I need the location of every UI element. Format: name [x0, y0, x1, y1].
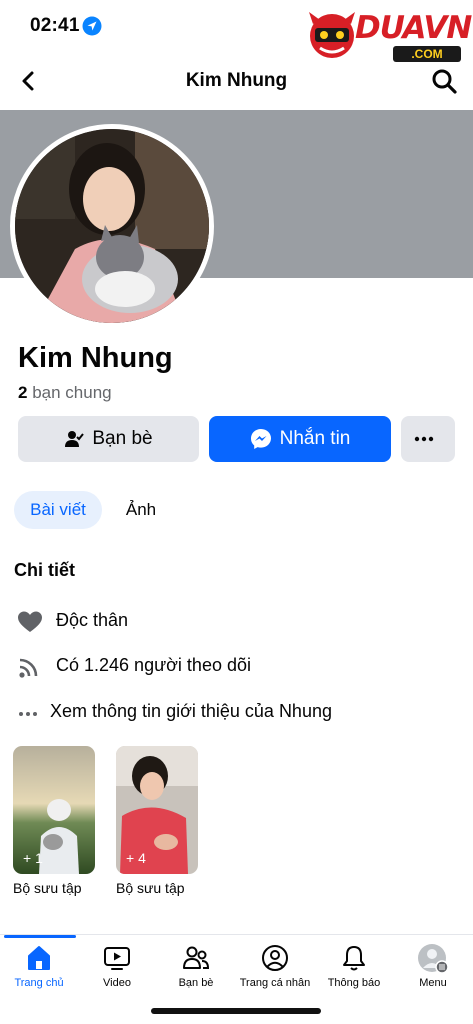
home-indicator[interactable]	[151, 1008, 321, 1014]
heart-icon	[18, 611, 42, 632]
home-icon	[28, 946, 50, 970]
friends-button-label: Bạn bè	[92, 428, 153, 449]
nav-video[interactable]: Video	[72, 943, 162, 989]
nav-friends-label: Bạn bè	[178, 977, 214, 989]
detail-about-link[interactable]: Xem thông tin giới thiệu của Nhung	[0, 698, 473, 728]
friend-check-icon	[65, 431, 85, 447]
messenger-icon	[250, 429, 271, 449]
nav-profile-label: Trang cá nhân	[239, 977, 311, 989]
bell-icon	[343, 946, 365, 971]
more-dots-icon	[414, 436, 434, 442]
detail-followers-text: Có 1.246 người theo dõi	[56, 655, 251, 675]
collection-label: Bộ sưu tập	[13, 880, 82, 896]
detail-followers[interactable]: Có 1.246 người theo dõi	[0, 652, 473, 682]
nav-notifications[interactable]: Thông báo	[309, 943, 399, 989]
collection-item[interactable]: + 4 Bộ sưu tập	[116, 746, 198, 896]
profile-icon	[262, 945, 288, 971]
detail-relationship-text: Độc thân	[56, 610, 129, 630]
location-arrow-icon	[82, 16, 102, 36]
menu-avatar-icon	[418, 944, 449, 973]
profile-name: Kim Nhung	[18, 342, 173, 374]
mutual-friends[interactable]: 2 bạn chung	[18, 383, 112, 403]
tab-posts[interactable]: Bài viết	[14, 491, 102, 529]
nav-menu-label: Menu	[419, 977, 447, 989]
search-icon[interactable]	[429, 66, 459, 96]
more-dots-icon	[19, 712, 37, 716]
mutual-count: 2	[18, 383, 28, 402]
status-bar: 02:41 DUAVN .COM	[0, 0, 473, 62]
avatar-photo	[15, 129, 209, 323]
nav-menu[interactable]: Menu	[388, 943, 473, 989]
friends-button[interactable]: Bạn bè	[18, 416, 199, 462]
watermark-brand: DUAVN	[355, 10, 472, 46]
mutual-label: bạn chung	[32, 383, 112, 402]
nav-notifications-label: Thông báo	[327, 977, 381, 989]
mascot-icon	[309, 12, 355, 58]
active-tab-indicator	[4, 935, 76, 938]
nav-profile[interactable]: Trang cá nhân	[230, 943, 320, 989]
collection-count: + 4	[126, 850, 146, 866]
friends-icon	[183, 946, 210, 969]
details-heading: Chi tiết	[14, 560, 75, 580]
collection-thumbnail[interactable]: + 1	[13, 746, 95, 874]
video-icon	[104, 947, 130, 970]
collection-thumbnail[interactable]: + 4	[116, 746, 198, 874]
more-options-button[interactable]	[401, 416, 455, 462]
message-button-label: Nhắn tin	[279, 428, 351, 449]
top-navigation: Kim Nhung	[0, 58, 473, 104]
page-title: Kim Nhung	[185, 70, 288, 91]
collection-item[interactable]: + 1 Bộ sưu tập	[13, 746, 95, 896]
watermark-logo: DUAVN .COM	[305, 6, 472, 62]
detail-relationship: Độc thân	[0, 607, 473, 637]
rss-icon	[19, 658, 38, 678]
profile-avatar[interactable]	[10, 124, 214, 328]
message-button[interactable]: Nhắn tin	[209, 416, 391, 462]
bottom-tab-bar: Trang chủ Video Bạn bè Trang cá nhân Thô…	[0, 934, 473, 1004]
detail-about-text: Xem thông tin giới thiệu của Nhung	[50, 701, 332, 721]
status-time: 02:41	[30, 15, 80, 36]
tab-photos[interactable]: Ảnh	[112, 491, 170, 529]
collection-count: + 1	[23, 850, 43, 866]
collection-label: Bộ sưu tập	[116, 880, 185, 896]
nav-video-label: Video	[103, 977, 131, 989]
nav-friends[interactable]: Bạn bè	[151, 943, 241, 989]
